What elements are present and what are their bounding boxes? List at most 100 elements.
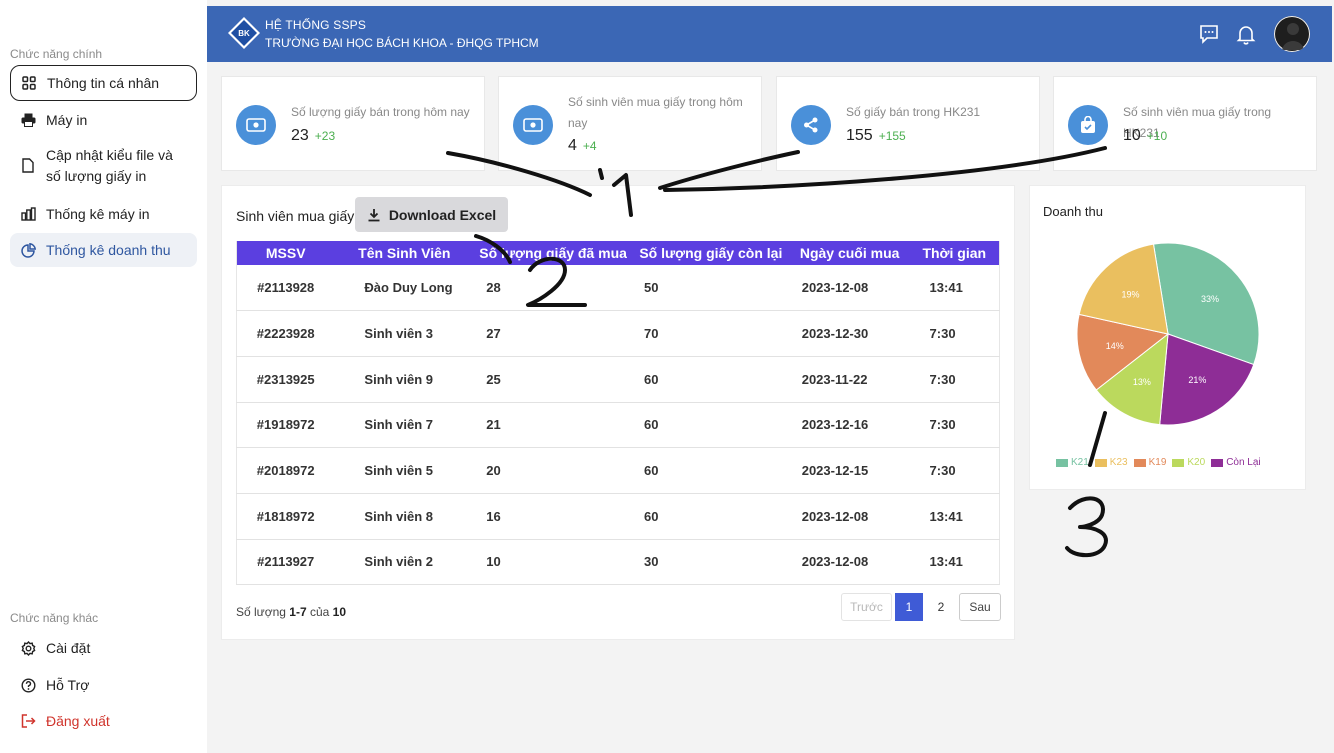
grid-icon (21, 75, 37, 91)
table-cell: Sinh viên 3 (364, 326, 434, 342)
table-cell: 2023-12-08 (801, 554, 869, 570)
table-row[interactable]: #2113928 Đào Duy Long 28 50 2023-12-08 13:41 (236, 265, 1000, 311)
legend-item[interactable]: K20 (1172, 457, 1205, 468)
avatar[interactable] (1274, 16, 1310, 52)
stat-card-papers-today: Số lượng giấy bán trong hôm nay 23 +23 (221, 76, 485, 171)
sidebar-item-printer[interactable]: Máy in (10, 106, 197, 134)
table-row[interactable]: #2113927 Sinh viên 2 10 30 2023-12-08 13:41 (236, 539, 1000, 585)
table-cell: 16 (486, 508, 501, 524)
download-excel-button[interactable]: Download Excel (355, 197, 508, 232)
legend-label: K23 (1109, 457, 1128, 468)
stat-card-papers-semester: Số giấy bán trong HK231 155 +155 (776, 76, 1040, 171)
table-row[interactable]: #1918972 Sinh viên 7 21 60 2023-12-16 7:30 (236, 402, 1000, 448)
stat-number: 23 (291, 127, 309, 144)
sidebar-item-label: Thông tin cá nhân (47, 74, 160, 91)
pie-data-label: 13% (1133, 377, 1151, 387)
table-cell: 60 (643, 463, 659, 479)
prev-page-button[interactable]: Trước (841, 593, 892, 621)
col-header-bought[interactable]: Số lượng giấy đã mua (474, 241, 632, 265)
gear-icon (20, 640, 36, 656)
count-total: 10 (332, 605, 347, 619)
table-cell: 10 (486, 554, 501, 570)
sidebar-item-label: Máy in (46, 111, 88, 128)
sidebar-item-printer-stats[interactable]: Thống kê máy in (10, 200, 197, 228)
table-cell: 2023-11-22 (801, 371, 868, 387)
table-cell: 25 (486, 371, 501, 387)
chat-icon[interactable] (1198, 23, 1220, 45)
bell-icon[interactable] (1235, 23, 1257, 45)
table-cell: 2023-12-16 (801, 417, 869, 433)
share-icon (791, 105, 831, 145)
table-cell: 2023-12-08 (801, 280, 869, 296)
page-2-button[interactable]: 2 (929, 593, 953, 621)
table-row[interactable]: #2018972 Sinh viên 5 20 60 2023-12-15 7:30 (236, 448, 1000, 494)
table-cell: 50 (643, 280, 659, 296)
chart-legend: K21 K23 K19 K20 Còn Lại (1056, 457, 1267, 468)
table-cell: 60 (643, 508, 659, 524)
table-cell: 13:41 (929, 508, 963, 524)
sidebar-item-revenue-stats[interactable]: Thống kê doanh thu (10, 233, 197, 267)
file-icon (20, 157, 36, 173)
legend-item[interactable]: K21 (1056, 457, 1089, 468)
sidebar-item-label: Cài đặt (46, 639, 91, 656)
legend-label: Còn Lại (1226, 457, 1261, 468)
col-header-name[interactable]: Tên Sinh Viên (334, 241, 474, 265)
table-cell: 60 (643, 371, 659, 387)
table-row[interactable]: #2313925 Sinh viên 9 25 60 2023-11-22 7:30 (236, 356, 1000, 403)
sidebar-item-logout[interactable]: Đăng xuất (10, 707, 197, 735)
table-row[interactable]: #2223928 Sinh viên 3 27 70 2023-12-30 7:30 (236, 311, 1000, 357)
table-cell: 2023-12-30 (801, 326, 869, 342)
col-header-time[interactable]: Thời gian (910, 241, 1000, 265)
money-icon (236, 105, 276, 145)
sidebar-item-label: Hỗ Trợ (46, 676, 90, 693)
stat-value: 155 +155 (846, 127, 906, 145)
table-cell: Sinh viên 2 (364, 554, 434, 570)
table-cell: 21 (486, 417, 501, 433)
stat-number: 10 (1123, 127, 1141, 144)
table-row[interactable]: #1818972 Sinh viên 8 16 60 2023-12-08 13:41 (236, 493, 1000, 540)
col-header-mssv[interactable]: MSSV (237, 241, 335, 265)
sidebar-item-profile[interactable]: Thông tin cá nhân (10, 65, 197, 101)
table-cell: 27 (486, 326, 501, 342)
table-cell: 7:30 (929, 371, 956, 387)
table-cell: Sinh viên 7 (364, 417, 434, 433)
sidebar-item-file-settings[interactable]: Cập nhật kiểu file và số lượng giấy in (10, 145, 197, 189)
sidebar-item-support[interactable]: Hỗ Trợ (10, 671, 197, 699)
pie-data-label: 14% (1106, 341, 1124, 351)
purchases-table: MSSV Tên Sinh Viên Số lượng giấy đã mua … (236, 241, 1000, 586)
legend-swatch (1172, 458, 1185, 467)
pie-data-label: 19% (1121, 289, 1139, 299)
pie-data-label: 21% (1188, 375, 1206, 385)
stat-label: Số giấy bán trong HK231 (846, 105, 981, 119)
table-cell: #2113928 (257, 280, 315, 296)
sidebar-item-settings[interactable]: Cài đặt (10, 634, 197, 662)
legend-item[interactable]: K19 (1133, 457, 1166, 468)
legend-swatch (1211, 458, 1224, 467)
count-prefix: Số lượng (236, 605, 286, 619)
stat-card-students-today: Số sinh viên mua giấy trong hôm nay 4 +4 (498, 76, 762, 171)
page-1-button[interactable]: 1 (895, 593, 923, 621)
sidebar-item-label: Đăng xuất (46, 712, 110, 729)
table-cell: #2018972 (256, 463, 315, 479)
logo-text: BK (238, 29, 250, 38)
pie-data-label: 33% (1201, 294, 1219, 304)
table-cell: Sinh viên 5 (364, 463, 434, 479)
record-count: Số lượng 1-7 của 10 (236, 605, 346, 619)
table-cell: #2113927 (257, 554, 315, 570)
legend-item[interactable]: K23 (1094, 457, 1128, 468)
bag-icon (1068, 105, 1108, 145)
table-cell: Sinh viên 9 (364, 371, 434, 387)
col-header-last-date[interactable]: Ngày cuối mua (790, 241, 910, 265)
table-cell: 13:41 (929, 554, 963, 570)
table-cell: 7:30 (929, 417, 956, 433)
next-page-button[interactable]: Sau (959, 593, 1001, 621)
university-logo: BK (227, 16, 261, 50)
help-icon (20, 677, 36, 693)
col-header-remaining[interactable]: Số lượng giấy còn lại (632, 241, 790, 265)
stat-number: 4 (568, 137, 577, 154)
table-cell: 7:30 (929, 326, 956, 342)
stat-value: 4 +4 (568, 137, 597, 155)
count-range: 1-7 (289, 605, 307, 619)
revenue-card: Doanh thu 33% 21% 13% 14% 19% K21 K23 K19 K20 Cò… (1029, 185, 1306, 490)
legend-item[interactable]: Còn Lại (1211, 457, 1261, 468)
